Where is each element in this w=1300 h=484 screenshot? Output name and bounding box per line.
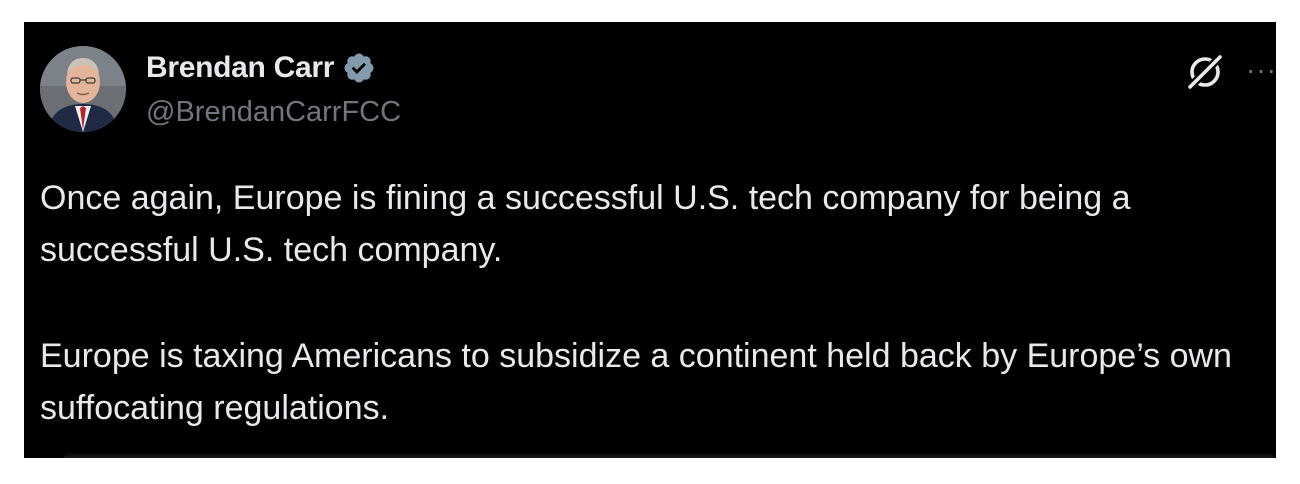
tweet-paragraph: Europe is taxing Americans to subsidize …	[40, 337, 1232, 427]
grok-icon[interactable]	[1182, 48, 1228, 94]
profile-photo	[40, 46, 126, 132]
author-avatar[interactable]	[40, 46, 126, 132]
author-handle[interactable]: @BrendanCarrFCC	[146, 94, 401, 130]
tweet-paragraph: Once again, Europe is fining a successfu…	[40, 179, 1131, 269]
tweet-text: Once again, Europe is fining a successfu…	[40, 172, 1265, 434]
more-options-icon[interactable]: ···	[1246, 52, 1276, 88]
verified-badge-icon	[342, 51, 376, 85]
next-card-edge	[64, 452, 1274, 458]
author-display-name[interactable]: Brendan Carr	[146, 50, 334, 86]
author-name-row: Brendan Carr	[146, 50, 376, 86]
tweet-card: Brendan Carr @BrendanCarrFCC ··· Once ag…	[24, 22, 1276, 458]
